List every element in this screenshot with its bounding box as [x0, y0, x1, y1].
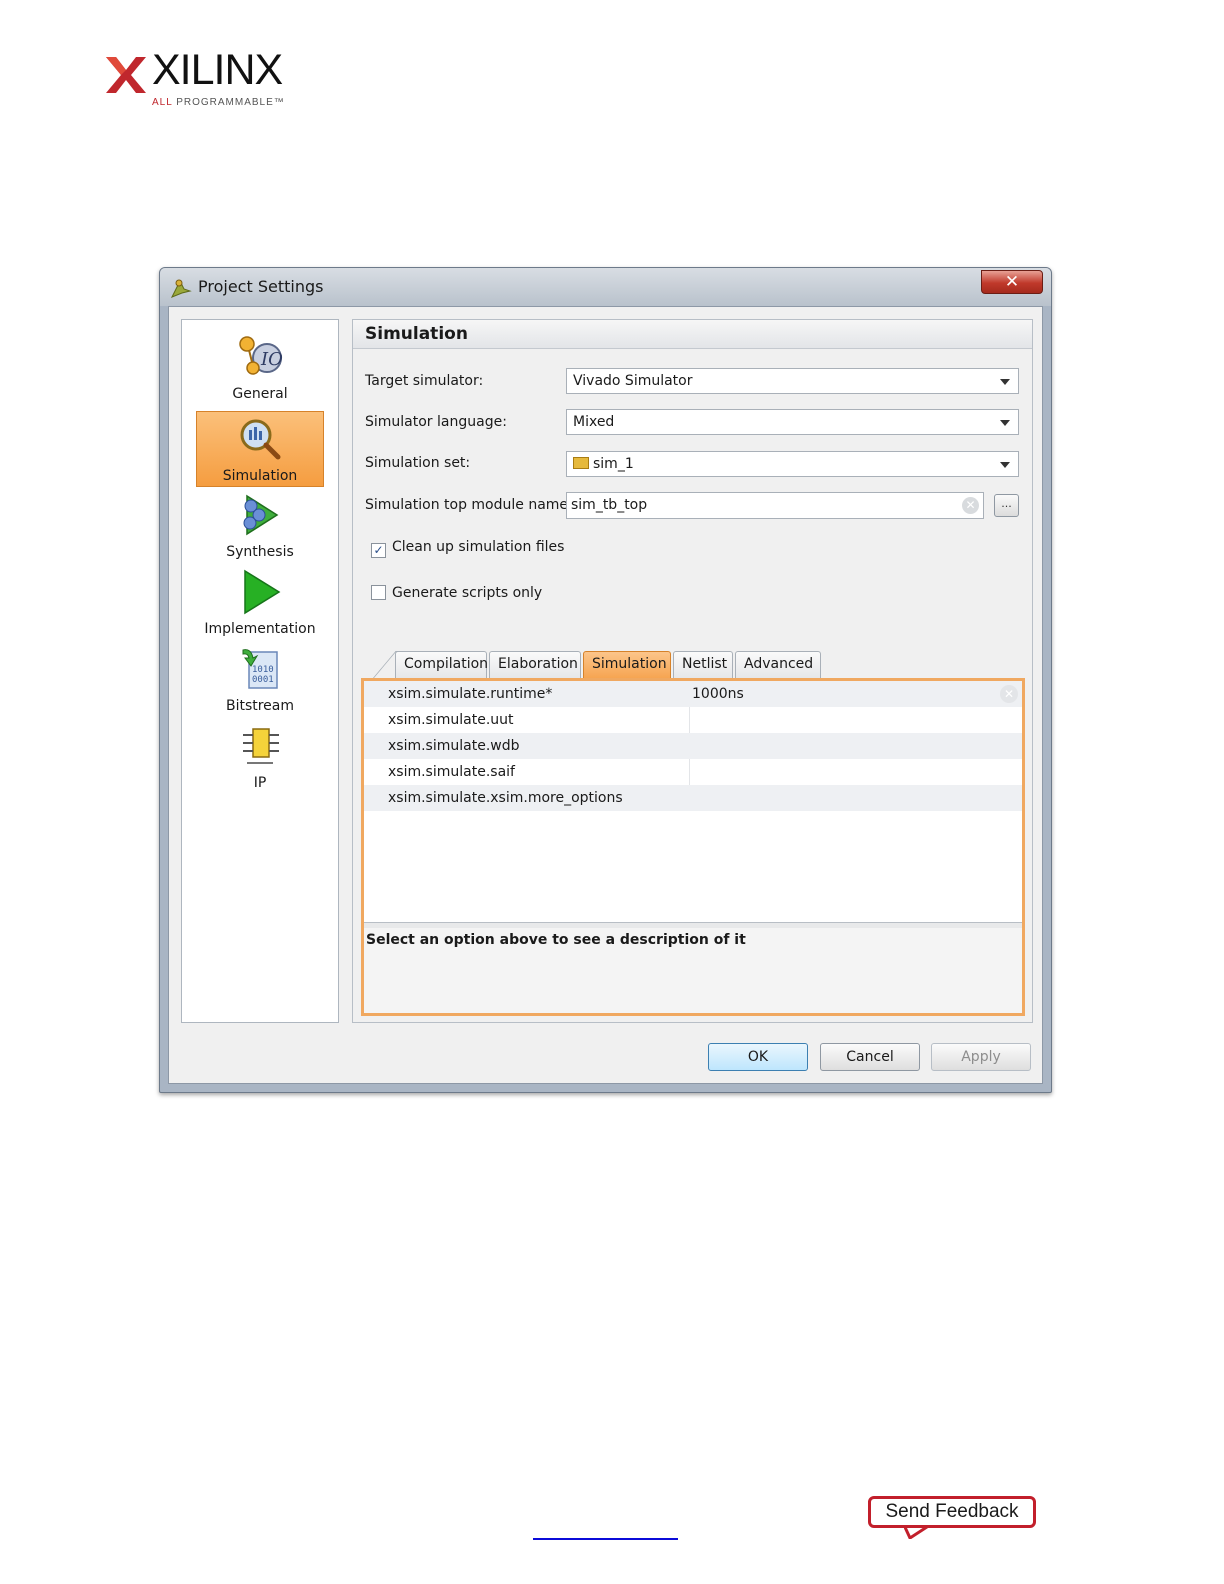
bitstream-icon: 1010 0001: [242, 649, 278, 689]
simulation-set-select[interactable]: sim_1: [566, 451, 1019, 477]
send-feedback-label: Send Feedback: [868, 1496, 1036, 1528]
cancel-button[interactable]: Cancel: [820, 1043, 920, 1071]
tab-netlist[interactable]: Netlist: [673, 651, 733, 678]
tab-simulation[interactable]: Simulation: [583, 651, 671, 678]
table-row[interactable]: xsim.simulate.xsim.more_options: [364, 785, 1022, 811]
panel-title: Simulation: [353, 320, 1032, 349]
simulation-set-value: sim_1: [593, 456, 634, 472]
option-description: Select an option above to see a descript…: [364, 928, 1022, 1013]
scripts-only-label: Generate scripts only: [392, 585, 543, 601]
general-icon: IO: [239, 336, 283, 375]
title-bar[interactable]: Project Settings ✕: [160, 268, 1051, 306]
implementation-icon: [244, 569, 281, 615]
simulation-set-label: Simulation set:: [365, 455, 471, 471]
logo-tagline: ALL PROGRAMMABLE™: [152, 97, 285, 108]
folder-icon: [573, 457, 589, 469]
sidebar-item-label: General: [232, 386, 288, 402]
sidebar-item-label: Simulation: [222, 468, 298, 484]
sidebar-item-implementation[interactable]: Implementation: [196, 565, 324, 641]
tab-compilation[interactable]: Compilation: [395, 651, 488, 678]
option-name: xsim.simulate.uut: [388, 712, 514, 728]
scripts-only-option[interactable]: Generate scripts only: [371, 585, 542, 601]
clean-up-checkbox[interactable]: ✓: [371, 543, 386, 558]
simulator-language-value: Mixed: [573, 414, 615, 430]
chevron-down-icon: [1000, 379, 1010, 385]
simulator-language-select[interactable]: Mixed: [566, 409, 1019, 435]
svg-text:1010: 1010: [252, 665, 274, 675]
send-feedback-button[interactable]: Send Feedback: [868, 1496, 1038, 1539]
svg-text:0001: 0001: [252, 675, 274, 685]
column-divider: [689, 759, 690, 785]
top-module-label: Simulation top module name:: [365, 497, 573, 513]
simulation-settings-panel: Simulation Target simulator: Vivado Simu…: [352, 319, 1033, 1023]
sidebar-item-simulation[interactable]: Simulation: [196, 411, 324, 487]
clear-icon[interactable]: ✕: [962, 497, 979, 514]
target-simulator-label: Target simulator:: [365, 373, 484, 389]
option-name: xsim.simulate.wdb: [388, 738, 520, 754]
ip-icon: [243, 728, 279, 764]
top-module-input[interactable]: sim_tb_top ✕: [566, 492, 984, 519]
options-table: xsim.simulate.runtime* 1000ns ✕ xsim.sim…: [364, 681, 1022, 922]
clean-up-label: Clean up simulation files: [392, 539, 565, 555]
chevron-down-icon: [1000, 420, 1010, 426]
option-name: xsim.simulate.saif: [388, 764, 515, 780]
xilinx-logo-icon: [106, 57, 146, 93]
simulator-language-label: Simulator language:: [365, 414, 507, 430]
sidebar-item-label: Bitstream: [225, 698, 295, 714]
tab-elaboration[interactable]: Elaboration: [489, 651, 581, 678]
options-frame: xsim.simulate.runtime* 1000ns ✕ xsim.sim…: [361, 678, 1025, 1016]
settings-category-sidebar: IO General Simulation Synthesis Implemen…: [181, 319, 339, 1023]
project-settings-window: Project Settings ✕ IO General Simulation…: [159, 267, 1052, 1093]
option-name: xsim.simulate.runtime*: [388, 686, 553, 702]
table-row[interactable]: xsim.simulate.runtime* 1000ns ✕: [364, 681, 1022, 707]
sidebar-item-general[interactable]: IO General: [196, 330, 324, 406]
simulation-icon: [240, 419, 281, 460]
synthesis-icon: [243, 494, 279, 536]
sidebar-item-label: Implementation: [204, 621, 316, 637]
svg-text:IO: IO: [260, 349, 283, 370]
sidebar-item-label: IP: [253, 775, 267, 791]
project-settings-icon: [170, 279, 192, 298]
option-name: xsim.simulate.xsim.more_options: [388, 790, 623, 806]
close-icon: ✕: [1004, 272, 1020, 292]
top-module-value: sim_tb_top: [571, 497, 648, 513]
sidebar-item-bitstream[interactable]: 1010 0001 Bitstream: [196, 642, 324, 718]
sidebar-item-label: Synthesis: [226, 544, 294, 560]
clean-up-option[interactable]: ✓ Clean up simulation files: [371, 539, 564, 558]
logo-wordmark: XILINX: [152, 46, 283, 94]
dialog-client-area: IO General Simulation Synthesis Implemen…: [168, 306, 1043, 1084]
sidebar-item-ip[interactable]: IP: [196, 719, 324, 795]
target-simulator-value: Vivado Simulator: [573, 373, 693, 389]
scripts-only-checkbox[interactable]: [371, 585, 386, 600]
table-row[interactable]: xsim.simulate.saif: [364, 759, 1022, 785]
option-value[interactable]: 1000ns: [692, 686, 744, 702]
table-row[interactable]: xsim.simulate.uut: [364, 707, 1022, 733]
column-divider: [689, 707, 690, 733]
clear-icon[interactable]: ✕: [1000, 685, 1018, 703]
ok-button[interactable]: OK: [708, 1043, 808, 1071]
browse-button[interactable]: ...: [994, 494, 1019, 517]
close-button[interactable]: ✕: [981, 270, 1043, 294]
chevron-down-icon: [1000, 462, 1010, 468]
target-simulator-select[interactable]: Vivado Simulator: [566, 368, 1019, 394]
footer-link-underline[interactable]: [533, 1538, 678, 1540]
apply-button[interactable]: Apply: [931, 1043, 1031, 1071]
tab-advanced[interactable]: Advanced: [735, 651, 821, 678]
xilinx-logo: XILINX ALL PROGRAMMABLE™: [106, 49, 296, 115]
window-title: Project Settings: [198, 277, 324, 296]
sidebar-item-synthesis[interactable]: Synthesis: [196, 488, 324, 564]
table-row[interactable]: xsim.simulate.wdb: [364, 733, 1022, 759]
